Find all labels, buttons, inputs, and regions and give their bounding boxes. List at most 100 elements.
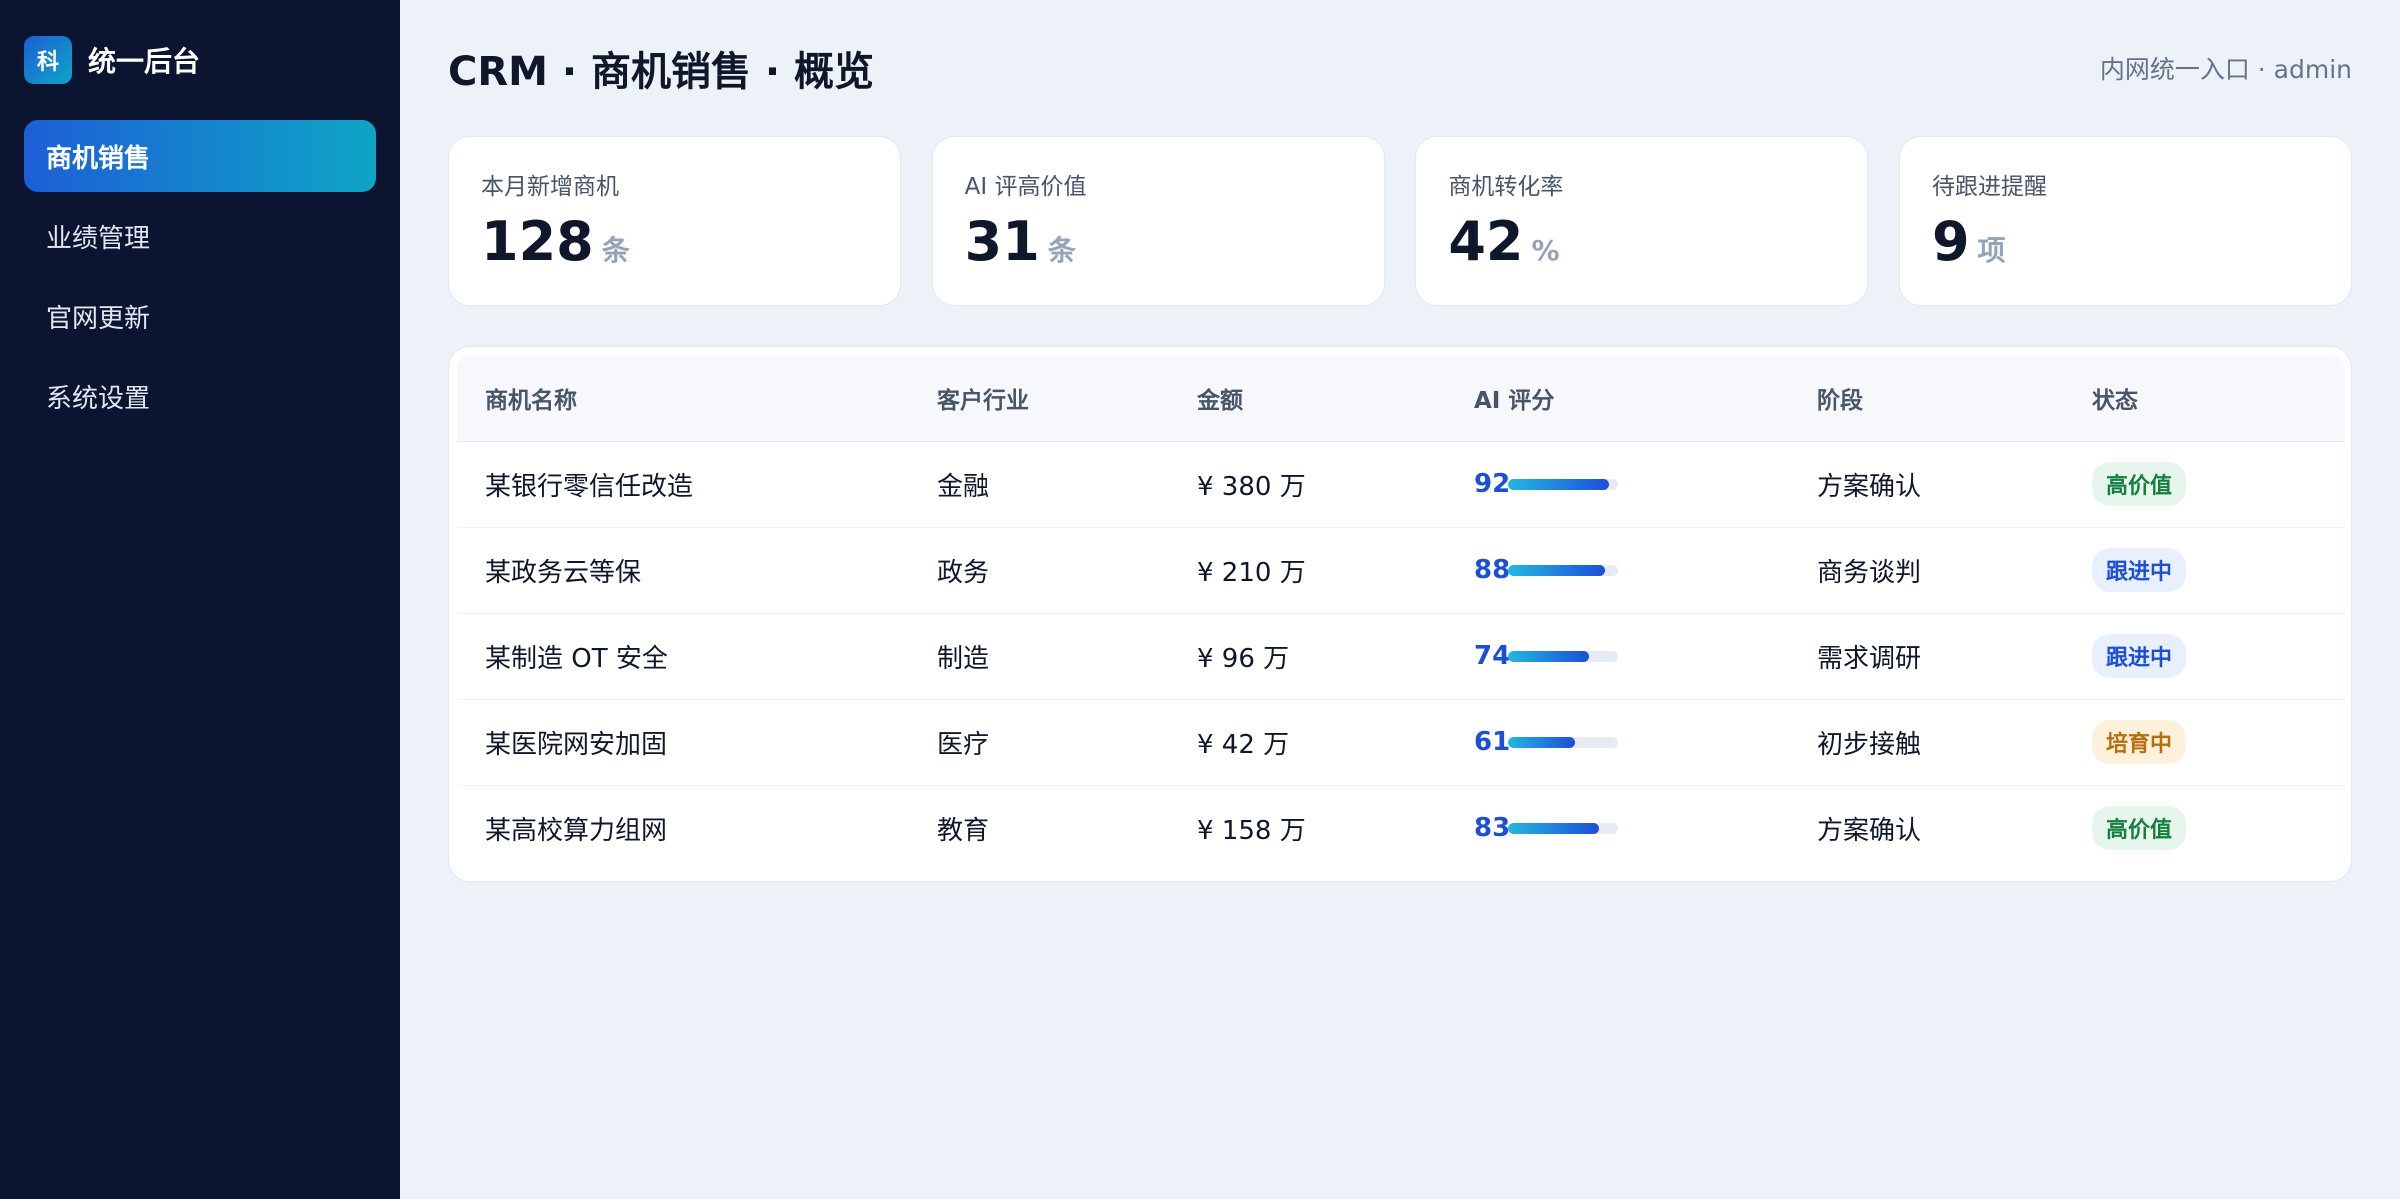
stat-label: 本月新增商机 <box>481 174 619 200</box>
table-body: 某银行零信任改造 金融 ¥ 380 万 92 方案确认 高价值 某政务云等保 政务 ¥ 210 … <box>457 441 2345 871</box>
column-header-amount[interactable]: 金额 <box>1169 355 1446 442</box>
stat-value: 9 <box>1931 210 1970 273</box>
ai-score-bar-fill <box>1508 478 1610 490</box>
ai-score-bar-fill <box>1508 736 1576 748</box>
stat-value: 128 <box>481 210 594 273</box>
table-row[interactable]: 某政务云等保 政务 ¥ 210 万 88 商务谈判 跟进中 <box>457 527 2345 614</box>
cell-status: 跟进中 <box>2064 613 2345 700</box>
cell-industry: 医疗 <box>909 699 1169 786</box>
cell-amount: ¥ 158 万 <box>1197 815 1306 846</box>
table-header: 商机名称 客户行业 金额 AI 评分 阶段 状态 <box>457 355 2345 442</box>
brand-logo: 科 <box>24 36 72 84</box>
ai-score-value: 92 <box>1474 469 1511 499</box>
user-info[interactable]: 内网统一入口 · admin <box>2100 50 2352 86</box>
status-badge: 跟进中 <box>2092 634 2187 678</box>
sidebar-item-opportunity-sales[interactable]: 商机销售 <box>24 120 376 192</box>
opportunity-table-card: 商机名称 客户行业 金额 AI 评分 阶段 状态 某银行零信任改造 金融 ¥ 380… <box>448 346 2352 882</box>
sidebar-item-system-settings[interactable]: 系统设置 <box>24 360 376 432</box>
main-content: CRM · 商机销售 · 概览 内网统一入口 · admin 本月新增商机 12… <box>400 0 2400 1199</box>
table-row[interactable]: 某医院网安加固 医疗 ¥ 42 万 61 初步接触 培育中 <box>457 699 2345 786</box>
stat-value-row: 31 条 <box>965 215 1352 269</box>
page-title: CRM · 商机销售 · 概览 <box>448 49 875 95</box>
status-badge: 培育中 <box>2092 720 2187 764</box>
stat-label: AI 评高价值 <box>964 174 1087 200</box>
cell-status: 跟进中 <box>2064 527 2345 614</box>
ai-score-bar <box>1508 564 1618 576</box>
sidebar: 科 统一后台 商机销售 业绩管理 官网更新 系统设置 <box>0 0 400 1199</box>
ai-score: 92 <box>1474 469 1789 499</box>
ai-score-bar-fill <box>1508 564 1605 576</box>
cell-name: 某高校算力组网 <box>485 815 668 846</box>
status-badge: 高价值 <box>2092 462 2187 506</box>
stat-card-conversion-rate: 商机转化率 42 % <box>1415 136 1869 306</box>
table-row[interactable]: 某制造 OT 安全 制造 ¥ 96 万 74 需求调研 跟进中 <box>457 613 2345 700</box>
cell-ai-score: 88 <box>1446 527 1789 614</box>
stats-row: 本月新增商机 128 条 AI 评高价值 31 条 商机转化率 42 % 待跟进… <box>448 136 2352 306</box>
stat-card-new-opportunities: 本月新增商机 128 条 <box>448 136 901 306</box>
cell-name: 某制造 OT 安全 <box>457 613 909 700</box>
column-header-status[interactable]: 状态 <box>2064 355 2345 442</box>
sidebar-item-label: 商机销售 <box>46 143 151 174</box>
stat-unit: % <box>1531 234 1560 267</box>
sidebar-item-label: 系统设置 <box>46 383 151 414</box>
column-header-name[interactable]: 商机名称 <box>457 355 909 442</box>
cell-status: 培育中 <box>2064 699 2345 786</box>
cell-ai-score: 61 <box>1446 699 1789 786</box>
status-badge: 跟进中 <box>2092 548 2187 592</box>
cell-industry: 金融 <box>909 441 1169 528</box>
cell-amount: ¥ 42 万 <box>1169 699 1446 786</box>
stat-value-row: 9 项 <box>1932 215 2319 269</box>
sidebar-nav: 商机销售 业绩管理 官网更新 系统设置 <box>24 120 376 432</box>
stat-label: 商机转化率 <box>1448 174 1564 200</box>
cell-industry: 教育 <box>937 815 990 846</box>
cell-stage: 方案确认 <box>1789 441 2064 528</box>
cell-ai-score: 92 <box>1446 441 1789 528</box>
stat-value-row: 128 条 <box>481 215 868 269</box>
stat-label: 待跟进提醒 <box>1931 174 2047 200</box>
stat-card-ai-high-value: AI 评高价值 31 条 <box>931 136 1385 306</box>
stat-unit: 项 <box>1977 234 2006 267</box>
ai-score-bar <box>1508 650 1618 662</box>
column-header-industry[interactable]: 客户行业 <box>909 355 1169 442</box>
stat-value: 42 <box>1448 210 1524 273</box>
cell-name: 某医院网安加固 <box>457 699 909 786</box>
cell-industry: 制造 <box>909 613 1169 700</box>
column-header-ai-score[interactable]: AI 评分 <box>1446 355 1789 442</box>
stat-unit: 条 <box>1047 234 1076 267</box>
ai-score: 88 <box>1474 555 1789 585</box>
cell-stage: 初步接触 <box>1789 699 2064 786</box>
cell-amount: ¥ 96 万 <box>1169 613 1446 700</box>
cell-name: 某银行零信任改造 <box>457 441 909 528</box>
ai-score-value: 61 <box>1474 727 1511 757</box>
page-header: CRM · 商机销售 · 概览 内网统一入口 · admin <box>448 0 2352 136</box>
ai-score-bar <box>1508 822 1618 834</box>
brand: 科 统一后台 <box>24 34 376 86</box>
cell-industry: 政务 <box>909 527 1169 614</box>
sidebar-item-label: 官网更新 <box>46 303 151 334</box>
ai-score: 61 <box>1474 727 1789 757</box>
sidebar-item-performance[interactable]: 业绩管理 <box>24 200 376 272</box>
cell-ai-score: 74 <box>1446 613 1789 700</box>
cell-ai-score: 83 <box>1446 785 1789 871</box>
opportunity-table: 商机名称 客户行业 金额 AI 评分 阶段 状态 某银行零信任改造 金融 ¥ 380… <box>457 355 2345 871</box>
table-row[interactable]: 某高校算力组网 教育 ¥ 158 万 83 方案确认 高价值 <box>457 785 2345 871</box>
sidebar-item-label: 业绩管理 <box>46 223 151 254</box>
sidebar-item-website-update[interactable]: 官网更新 <box>24 280 376 352</box>
ai-score-bar <box>1508 736 1618 748</box>
stat-value: 31 <box>964 210 1040 273</box>
ai-score-value: 74 <box>1474 641 1511 671</box>
cell-amount: ¥ 210 万 <box>1169 527 1446 614</box>
column-header-stage[interactable]: 阶段 <box>1789 355 2064 442</box>
table-row[interactable]: 某银行零信任改造 金融 ¥ 380 万 92 方案确认 高价值 <box>457 441 2345 528</box>
stat-value-row: 42 % <box>1448 215 1835 269</box>
brand-name: 统一后台 <box>88 45 201 78</box>
cell-stage: 方案确认 <box>1817 815 1922 846</box>
ai-score: 83 <box>1474 813 1789 843</box>
cell-amount: ¥ 380 万 <box>1169 441 1446 528</box>
ai-score-bar-fill <box>1508 822 1600 834</box>
ai-score-bar-fill <box>1508 650 1590 662</box>
ai-score-bar <box>1508 478 1618 490</box>
stat-card-pending-reminders: 待跟进提醒 9 项 <box>1898 136 2352 306</box>
cell-name: 某政务云等保 <box>457 527 909 614</box>
ai-score-value: 88 <box>1474 555 1511 585</box>
